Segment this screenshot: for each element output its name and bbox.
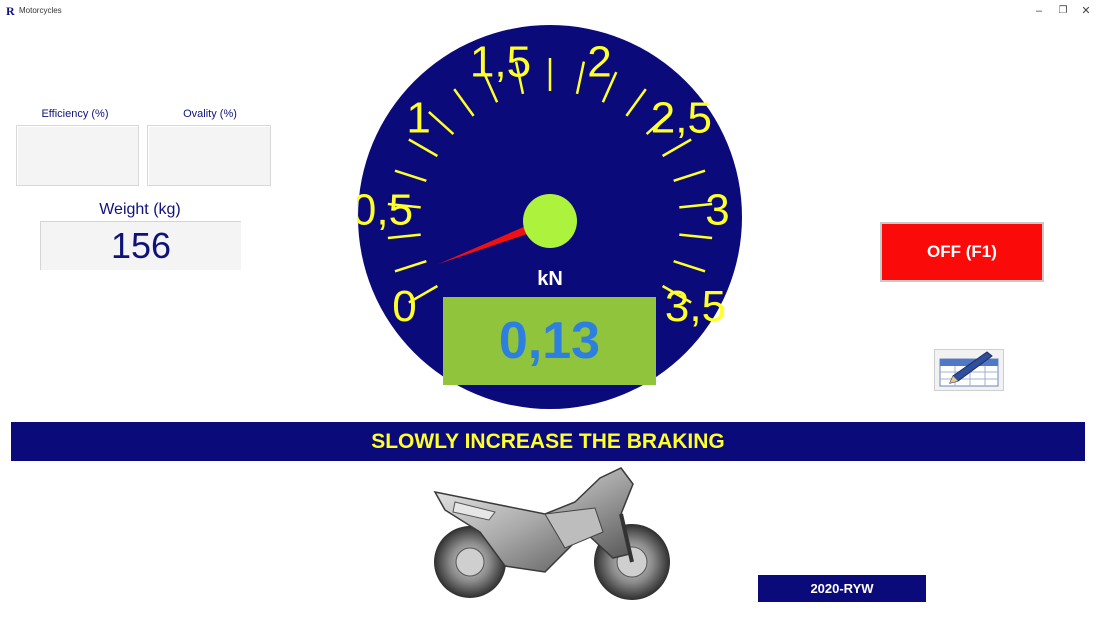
gauge-scale-label: 0,5 bbox=[357, 185, 413, 234]
gauge-scale-label: 1 bbox=[406, 93, 430, 142]
table-pencil-icon bbox=[939, 351, 999, 387]
close-button[interactable]: ✕ bbox=[1074, 0, 1097, 22]
instruction-banner: SLOWLY INCREASE THE BRAKING bbox=[11, 422, 1085, 461]
gauge-scale-label: 3 bbox=[705, 185, 729, 234]
weight-value: 156 bbox=[40, 221, 241, 270]
gauge-scale-label: 1,5 bbox=[470, 37, 531, 86]
efficiency-value-box bbox=[16, 125, 139, 186]
ovality-label: Ovality (%) bbox=[183, 108, 237, 120]
efficiency-label: Efficiency (%) bbox=[41, 108, 109, 120]
gauge-scale-label: 0 bbox=[392, 282, 416, 331]
gauge-scale-label: 3,5 bbox=[665, 282, 726, 331]
gauge-scale-label: 2,5 bbox=[651, 93, 712, 142]
gauge-unit: kN bbox=[537, 268, 563, 290]
weight-label: Weight (kg) bbox=[99, 201, 181, 218]
app-logo-icon: R bbox=[6, 4, 15, 18]
gauge-scale-label: 2 bbox=[587, 37, 611, 86]
motorcycle-image bbox=[433, 467, 670, 600]
title-bar: R Motorcycles – ❐ ✕ bbox=[0, 0, 1097, 22]
version-badge: 2020-RYW bbox=[758, 575, 926, 602]
minimize-button[interactable]: – bbox=[1027, 0, 1051, 22]
off-button[interactable]: OFF (F1) bbox=[880, 222, 1044, 282]
gauge-hub bbox=[523, 194, 577, 248]
edit-table-button[interactable] bbox=[934, 349, 1004, 391]
window-title: Motorcycles bbox=[19, 6, 62, 15]
ovality-value-box bbox=[147, 125, 271, 186]
force-readout: 0,13 bbox=[443, 297, 656, 385]
restore-button[interactable]: ❐ bbox=[1051, 0, 1075, 22]
